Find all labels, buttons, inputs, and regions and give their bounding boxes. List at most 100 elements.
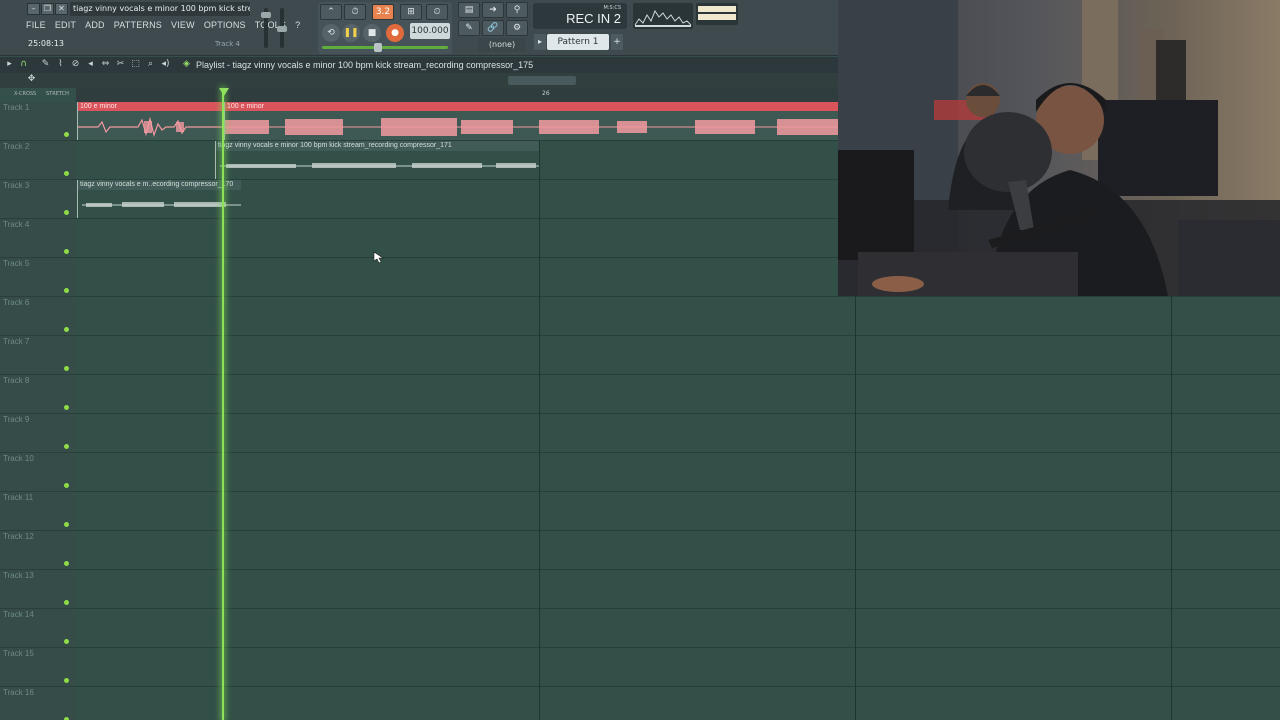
slider-knob[interactable] — [277, 26, 287, 32]
rec-status-label: REC IN 2 — [566, 11, 621, 26]
minimize-icon[interactable]: – — [27, 3, 40, 15]
track-header[interactable]: Track 12 — [0, 531, 76, 570]
track-header[interactable]: Track 7 — [0, 336, 76, 375]
brush-tool-icon[interactable]: ⌇ — [55, 59, 66, 70]
audio-clip[interactable]: 100 e minor — [77, 102, 223, 140]
track-header[interactable]: Track 2 — [0, 141, 76, 180]
record-icon[interactable]: ● — [386, 24, 404, 42]
menu-help[interactable]: ? — [295, 18, 300, 32]
track-header[interactable]: Track 14 — [0, 609, 76, 648]
mute-tool-icon[interactable]: ◂ — [85, 59, 96, 70]
track-enable-led-icon[interactable] — [64, 561, 69, 566]
slip-tool-icon[interactable]: ⇔ — [100, 59, 111, 70]
pencil-icon[interactable]: ✎ — [40, 59, 51, 70]
pattern-selector[interactable]: Pattern 1 — [547, 34, 609, 50]
restore-icon[interactable]: ❐ — [41, 3, 54, 15]
snap-select[interactable]: (none) — [478, 38, 526, 52]
slider-knob[interactable] — [261, 12, 271, 18]
pattern-add-icon[interactable]: + — [611, 34, 623, 50]
track-header[interactable]: Track 3 — [0, 180, 76, 219]
loop-record-icon[interactable]: ⏲ — [426, 4, 448, 20]
track-header-column: Track 1 Track 2 Track 3 Track 4 Track 5 Track… — [0, 102, 76, 720]
track-row-divider — [76, 491, 1280, 492]
track-label: Track 11 — [3, 493, 34, 502]
loop-mode-icon[interactable]: ⟲ — [322, 24, 340, 42]
metronome-icon[interactable]: ⌃ — [320, 4, 342, 20]
master-pitch-slider[interactable] — [277, 8, 287, 48]
link-icon[interactable]: 🔗 — [482, 20, 504, 36]
playhead-line[interactable] — [222, 88, 224, 720]
track-row-divider — [76, 686, 1280, 687]
master-level-knob[interactable] — [374, 43, 382, 52]
fl-studio-window: – ❐ ✕ tiagz vinny vocals e minor 100 bpm… — [0, 0, 1280, 720]
menu-file[interactable]: FILE — [26, 18, 46, 32]
brush-icon[interactable]: ✎ — [458, 20, 480, 36]
pause-icon[interactable]: ❚❚ — [342, 24, 360, 42]
recording-status-panel: M:S:CS REC IN 2 — [533, 3, 627, 29]
track-header[interactable]: Track 9 — [0, 414, 76, 453]
track-header[interactable]: Track 5 — [0, 258, 76, 297]
track-enable-led-icon[interactable] — [64, 249, 69, 254]
menu-edit[interactable]: EDIT — [55, 18, 76, 32]
track-header[interactable]: Track 4 — [0, 219, 76, 258]
master-volume-slider[interactable] — [261, 8, 271, 48]
track-header[interactable]: Track 13 — [0, 570, 76, 609]
track-enable-led-icon[interactable] — [64, 366, 69, 371]
waveform-icon — [78, 116, 223, 138]
audio-clip[interactable]: tiagz vinny vocals e m..ecording compres… — [77, 180, 241, 218]
delete-tool-icon[interactable]: ⊘ — [70, 59, 81, 70]
track-row-divider — [76, 374, 1280, 375]
track-enable-led-icon[interactable] — [64, 678, 69, 683]
timeline-ruler[interactable]: 26 — [76, 88, 838, 102]
webcam-overlay — [838, 0, 1280, 296]
slice-tool-icon[interactable]: ✂ — [115, 59, 126, 70]
arrow-right-icon[interactable]: ➜ — [482, 2, 504, 18]
tempo-display[interactable]: 100.000 — [410, 23, 450, 39]
magnet-icon[interactable]: ∩ — [18, 59, 29, 70]
track-enable-led-icon[interactable] — [64, 600, 69, 605]
wait-input-icon[interactable]: ⏱ — [344, 4, 366, 20]
plugin-icon[interactable]: ⚙ — [506, 20, 528, 36]
track-header[interactable]: Track 11 — [0, 492, 76, 531]
track-enable-led-icon[interactable] — [64, 522, 69, 527]
stop-icon[interactable]: ■ — [363, 24, 381, 42]
menu-view[interactable]: VIEW — [171, 18, 195, 32]
horizontal-scrollbar[interactable] — [508, 76, 576, 85]
move-icon[interactable]: ✥ — [26, 74, 37, 85]
audio-clip[interactable]: 100 e minor — [224, 102, 838, 140]
pattern-prev-icon[interactable]: ▸ — [534, 34, 546, 50]
track-header[interactable]: Track 16 — [0, 687, 76, 720]
playback-tool-icon[interactable]: ◂) — [160, 59, 171, 70]
track-enable-led-icon[interactable] — [64, 444, 69, 449]
track-label: Track 13 — [3, 571, 34, 580]
close-icon[interactable]: ✕ — [55, 3, 68, 15]
menu-add[interactable]: ADD — [85, 18, 105, 32]
blend-notes-icon[interactable]: ⊞ — [400, 4, 422, 20]
stretch-label: STRETCH — [46, 91, 69, 97]
select-tool-icon[interactable]: ⬚ — [130, 59, 141, 70]
track-enable-led-icon[interactable] — [64, 132, 69, 137]
piano-roll-icon[interactable]: ▤ — [458, 2, 480, 18]
track-enable-led-icon[interactable] — [64, 288, 69, 293]
track-header[interactable]: Track 1 — [0, 102, 76, 141]
track-enable-led-icon[interactable] — [64, 405, 69, 410]
track-header[interactable]: Track 10 — [0, 453, 76, 492]
track-enable-led-icon[interactable] — [64, 171, 69, 176]
playhead-marker-icon[interactable] — [219, 88, 229, 96]
track-header[interactable]: Track 15 — [0, 648, 76, 687]
track-enable-led-icon[interactable] — [64, 639, 69, 644]
zoom-tool-icon[interactable]: ⌕ — [145, 59, 156, 70]
track-enable-led-icon[interactable] — [64, 327, 69, 332]
mixer-icon[interactable]: ⚲ — [506, 2, 528, 18]
track-enable-led-icon[interactable] — [64, 210, 69, 215]
menu-options[interactable]: OPTIONS — [204, 18, 246, 32]
countdown-button[interactable]: 3.2 — [372, 4, 394, 20]
track-header[interactable]: Track 6 — [0, 297, 76, 336]
track-header[interactable]: Track 8 — [0, 375, 76, 414]
track-label: Track 16 — [3, 688, 34, 697]
menu-arrow-icon[interactable]: ▸ — [4, 59, 15, 70]
track-enable-led-icon[interactable] — [64, 483, 69, 488]
menu-patterns[interactable]: PATTERNS — [114, 18, 162, 32]
audio-clip[interactable]: tiagz vinny vocals e minor 100 bpm kick … — [215, 141, 539, 179]
playlist-nav-icon[interactable]: ◈ — [181, 59, 192, 70]
